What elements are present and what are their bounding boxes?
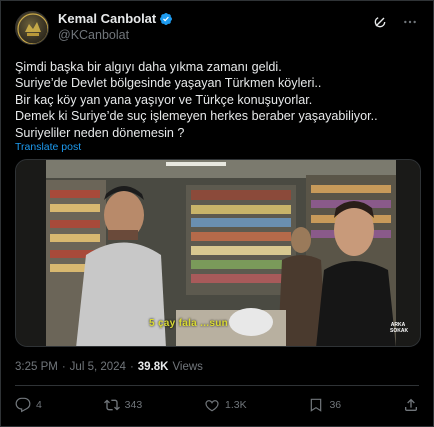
repost-icon [103,399,120,411]
views-label: Views [172,361,203,373]
grok-icon[interactable] [371,13,389,31]
divider [15,385,419,386]
author-display-name[interactable]: Kemal Canbolat [58,11,156,26]
translate-post-link[interactable]: Translate post [15,141,81,153]
tweet-text: Şimdi başka bir algıyı daha yıkma zamanı… [15,59,425,141]
avatar[interactable] [15,11,49,45]
video-media[interactable]: 5 çay fala ...sun ARKA SOKAK [15,159,421,347]
tweet-line: Demek ki Suriye’de suç işlemeyen herkes … [15,109,378,124]
like-button[interactable]: 1.3K [204,397,247,413]
repost-button[interactable]: 343 [103,397,143,413]
author-names: Kemal Canbolat @KCanbolat [58,11,173,42]
tweet-line: Suriyeliler neden dönemesin ? [15,125,185,140]
header-actions [371,13,419,31]
repost-count: 343 [124,399,143,411]
video-watermark: ARKA SOKAK [390,322,409,334]
author-handle[interactable]: @KCanbolat [58,28,173,42]
share-button[interactable] [403,397,419,413]
bookmark-icon [311,398,322,412]
like-count: 1.3K [225,399,247,411]
share-icon [404,398,417,411]
bookmark-count: 36 [329,399,342,411]
tweet-line: Suriye’de Devlet bölgesinde yaşayan Türk… [15,76,322,91]
meta-separator: · [61,361,66,373]
reply-button[interactable]: 4 [15,397,42,413]
views-count: 39.8K [137,361,169,373]
video-subtitle: 5 çay fala ...sun [149,318,229,329]
heart-icon [205,400,219,412]
tweet-line: Şimdi başka bir algıyı daha yıkma zamanı… [15,60,282,74]
tweet-line: Bir kaç köy yan yana yaşıyor ve Türkçe k… [15,92,313,107]
bookmark-button[interactable]: 36 [308,397,341,413]
tweet-card: Kemal Canbolat @KCanbolat Şimdi başka bi… [0,0,434,427]
tweet-meta: 3:25 PM · Jul 5, 2024 · 39.8K Views [15,361,203,373]
verified-badge-icon [159,12,173,26]
tweet-header: Kemal Canbolat @KCanbolat [15,11,423,51]
tweet-time[interactable]: 3:25 PM [15,361,58,373]
meta-separator: · [129,361,134,373]
reply-icon [15,397,31,413]
tweet-date[interactable]: Jul 5, 2024 [70,361,126,373]
engagement-bar: 4 343 1.3K 36 [15,395,419,415]
more-icon[interactable] [401,13,419,31]
reply-count: 4 [36,399,42,411]
